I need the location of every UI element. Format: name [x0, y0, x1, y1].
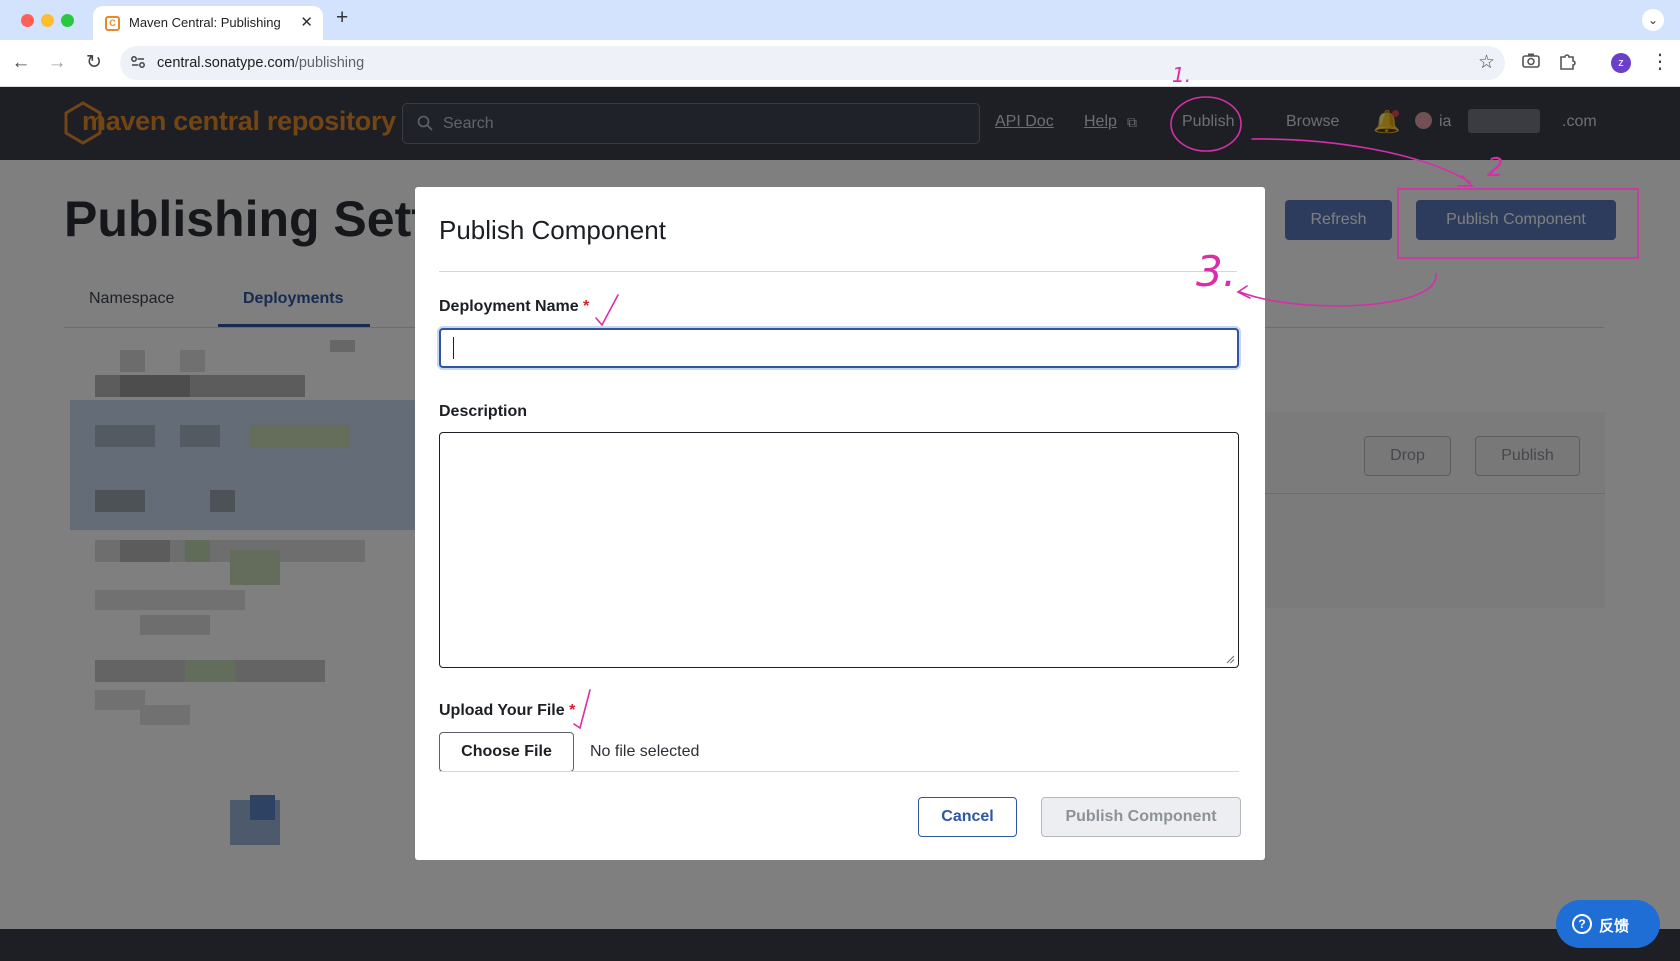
- screen: C Maven Central: Publishing ✕ + ⌄ ← → ↻ …: [0, 0, 1680, 961]
- dialog-title: Publish Component: [439, 215, 666, 245]
- site-info-icon[interactable]: [130, 54, 146, 70]
- camera-icon[interactable]: [1522, 52, 1540, 68]
- deployment-name-label-text: Deployment Name: [439, 298, 579, 315]
- publish-component-dialog: Publish Component Deployment Name * Desc…: [415, 187, 1265, 860]
- reload-icon[interactable]: ↻: [81, 50, 107, 76]
- dialog-title-divider: [439, 271, 1237, 272]
- description-textarea[interactable]: [439, 432, 1239, 668]
- upload-file-label-text: Upload Your File: [439, 702, 565, 719]
- forward-arrow-icon[interactable]: →: [44, 50, 70, 76]
- required-asterisk: *: [569, 702, 576, 719]
- file-status-text: No file selected: [590, 743, 700, 760]
- description-label: Description: [439, 403, 528, 420]
- back-arrow-icon[interactable]: ←: [8, 50, 34, 76]
- address-bar[interactable]: central.sonatype.com/publishing ☆: [120, 46, 1505, 80]
- profile-avatar[interactable]: z: [1611, 53, 1631, 73]
- url-text: central.sonatype.com/publishing: [157, 55, 364, 71]
- tab-title: Maven Central: Publishing: [129, 15, 281, 30]
- feedback-label: 反馈: [1599, 918, 1630, 935]
- tab-close-icon[interactable]: ✕: [300, 13, 313, 31]
- cancel-button[interactable]: Cancel: [918, 797, 1017, 837]
- url-host: central.sonatype.com: [157, 55, 295, 71]
- tab-search-menu-icon[interactable]: ⌄: [1642, 9, 1664, 31]
- extensions-puzzle-icon[interactable]: [1558, 52, 1576, 70]
- feedback-button[interactable]: ? 反馈: [1556, 900, 1660, 948]
- sonatype-favicon-icon: C: [105, 16, 120, 31]
- upload-divider: [439, 771, 1239, 772]
- text-caret: [453, 337, 454, 359]
- new-tab-button[interactable]: +: [336, 6, 348, 30]
- submit-publish-component-button[interactable]: Publish Component: [1041, 797, 1241, 837]
- url-path: /publishing: [294, 55, 365, 71]
- bookmark-star-icon[interactable]: ☆: [1478, 51, 1495, 74]
- browser-menu-icon[interactable]: ⋮: [1650, 49, 1670, 74]
- window-close-dot[interactable]: [21, 14, 34, 27]
- browser-tab-bar: C Maven Central: Publishing ✕ + ⌄: [0, 0, 1680, 40]
- window-minimize-dot[interactable]: [41, 14, 54, 27]
- upload-file-label: Upload Your File *: [439, 702, 575, 720]
- resize-grip-icon[interactable]: [1226, 655, 1235, 664]
- browser-toolbar: ← → ↻ central.sonatype.com/publishing ☆: [0, 40, 1680, 87]
- deployment-name-label: Deployment Name *: [439, 298, 589, 316]
- browser-tab-active[interactable]: C Maven Central: Publishing ✕: [93, 6, 323, 40]
- deployment-name-input[interactable]: [439, 328, 1239, 368]
- help-question-icon: ?: [1572, 914, 1592, 934]
- window-maximize-dot[interactable]: [61, 14, 74, 27]
- required-asterisk: *: [583, 298, 590, 315]
- choose-file-button[interactable]: Choose File: [439, 732, 574, 772]
